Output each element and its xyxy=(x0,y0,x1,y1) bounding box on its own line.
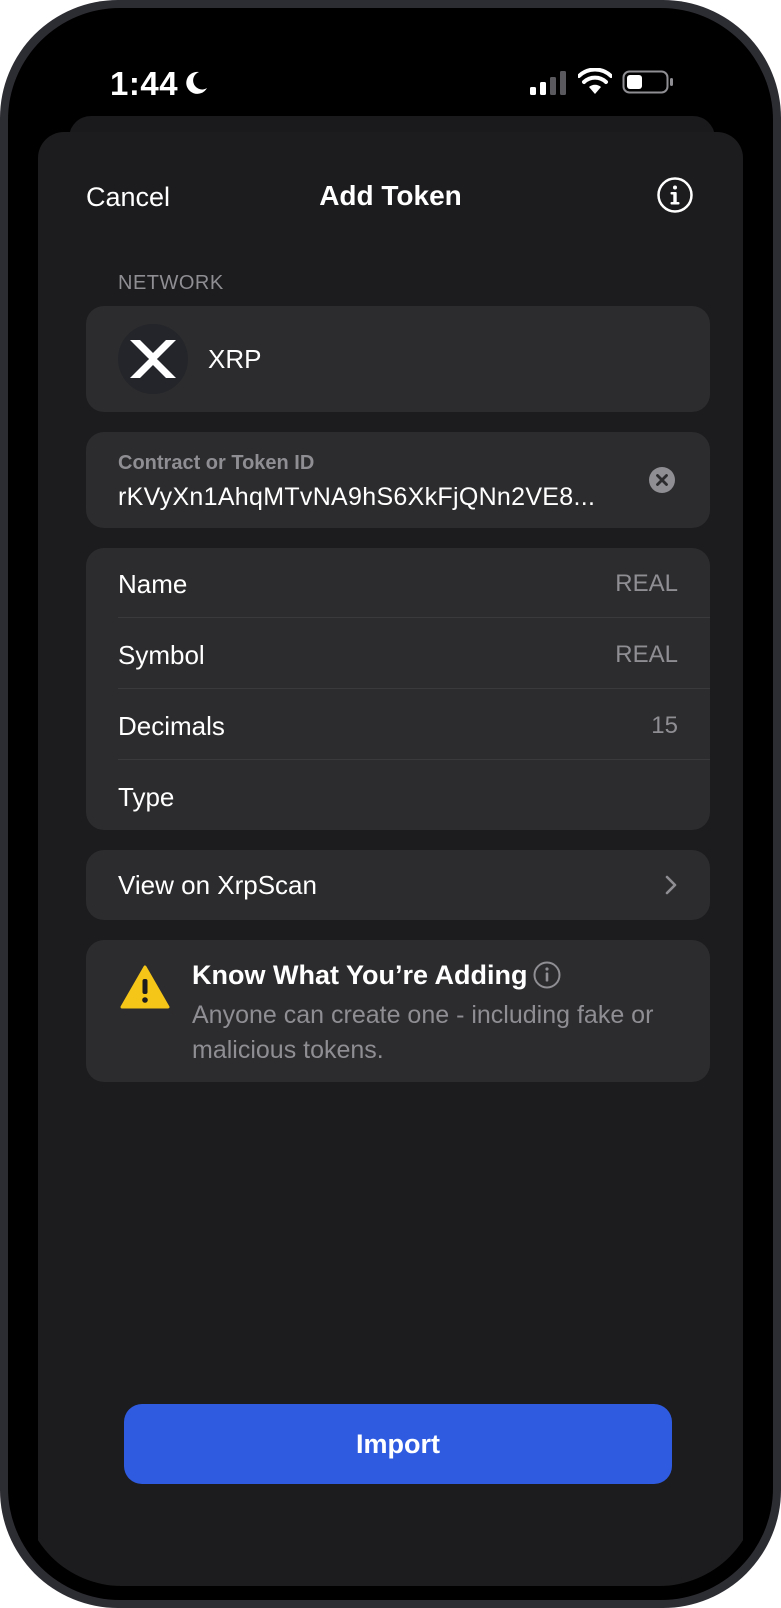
import-button[interactable]: Import xyxy=(124,1404,672,1484)
detail-label: Type xyxy=(118,782,175,812)
detail-value: REAL xyxy=(615,570,678,597)
detail-row-symbol: Symbol REAL xyxy=(118,619,710,689)
status-time: 1:44 xyxy=(110,65,179,102)
detail-row-decimals: Decimals 15 xyxy=(118,690,710,760)
wifi-icon xyxy=(578,68,612,94)
battery-icon xyxy=(622,70,673,94)
detail-label: Name xyxy=(118,569,188,599)
network-section-label: NETWORK xyxy=(118,272,224,294)
network-name: XRP xyxy=(208,344,262,374)
warning-icon xyxy=(120,965,170,1009)
detail-value: REAL xyxy=(615,641,678,668)
xrp-logo-icon xyxy=(118,324,188,394)
network-selector[interactable]: XRP xyxy=(86,306,710,412)
warning-title: Know What You’re Adding xyxy=(192,960,528,990)
detail-row-name: Name REAL xyxy=(118,548,710,618)
detail-label: Decimals xyxy=(118,711,225,741)
contract-field-value[interactable]: rKVyXn1AhqMTvNA9hS6XkFjQNn2VE8... xyxy=(118,483,628,512)
info-icon[interactable] xyxy=(656,176,694,214)
chevron-right-icon xyxy=(665,875,677,895)
detail-row-type: Type xyxy=(118,761,710,831)
token-details-card: Name REAL Symbol REAL Decimals 15 Type xyxy=(86,548,710,830)
view-on-explorer-label: View on XrpScan xyxy=(118,870,317,900)
signal-icon xyxy=(530,71,566,95)
contract-field-label: Contract or Token ID xyxy=(118,452,315,474)
screen: 1:44 Cancel Add Token NETWORK XRP Contra… xyxy=(22,22,759,1586)
warning-card: Know What You’re Adding Anyone can creat… xyxy=(86,940,710,1082)
contract-field[interactable]: Contract or Token ID rKVyXn1AhqMTvNA9hS6… xyxy=(86,432,710,528)
detail-value: 15 xyxy=(651,712,678,739)
detail-label: Symbol xyxy=(118,640,205,670)
clear-icon[interactable] xyxy=(648,466,676,494)
info-icon[interactable] xyxy=(532,960,562,990)
warning-body: Anyone can create one - including fake o… xyxy=(192,1001,654,1064)
moon-icon xyxy=(186,71,207,94)
add-token-sheet: Cancel Add Token NETWORK XRP Contract or… xyxy=(38,132,743,1586)
page-title: Add Token xyxy=(319,180,462,211)
view-on-explorer-link[interactable]: View on XrpScan xyxy=(86,850,710,920)
